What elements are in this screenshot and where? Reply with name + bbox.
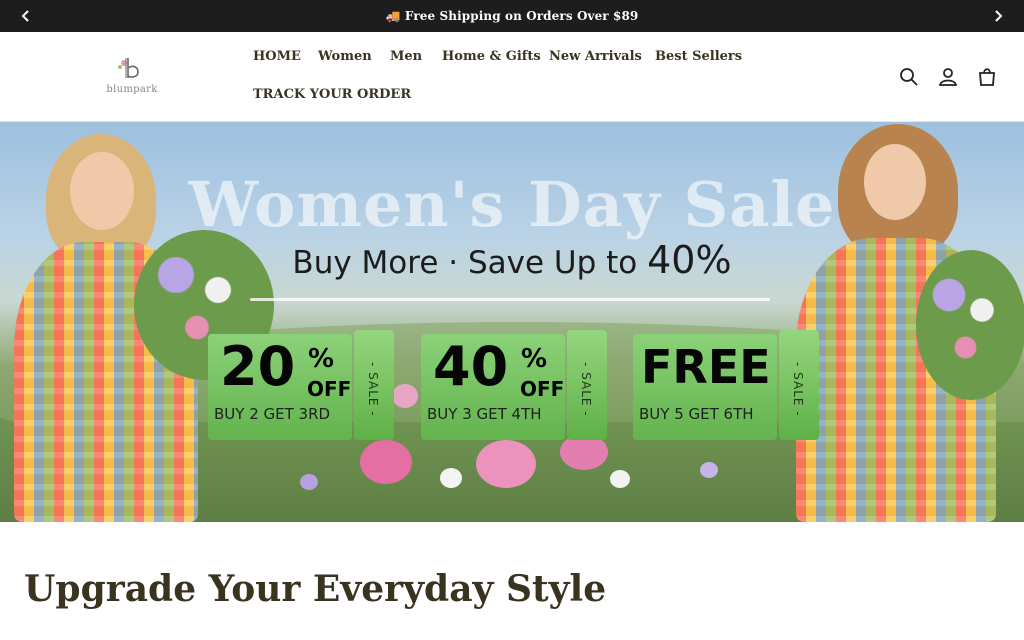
offer-amount: FREE <box>641 340 771 394</box>
offer-off: OFF <box>307 377 352 401</box>
logo-text: blumpark <box>106 84 158 95</box>
offer-sale-tag-text: - SALE - <box>579 362 593 417</box>
announcement-bar: 🚚 Free Shipping on Orders Over $89 <box>0 0 1024 32</box>
site-header: blumpark HOME Women Men Home & Gifts New… <box>0 32 1024 122</box>
offer-subtitle: BUY 3 GET 4TH <box>427 405 542 423</box>
cart-icon <box>979 68 995 86</box>
nav-track-order[interactable]: TRACK YOUR ORDER <box>253 87 411 102</box>
offer-sale-tag: - SALE - <box>779 330 819 440</box>
logo[interactable]: blumpark <box>100 54 164 102</box>
search-button[interactable] <box>898 66 920 88</box>
announcement-next-button[interactable] <box>978 0 1018 32</box>
announcement-text: 🚚 Free Shipping on Orders Over $89 <box>385 9 639 23</box>
nav-best-sellers[interactable]: Best Sellers <box>655 49 742 64</box>
offer-amount: 40 <box>433 335 509 398</box>
nav-home[interactable]: HOME <box>253 49 301 64</box>
hero-banner[interactable]: Women's Day Sale Buy More · Save Up to 4… <box>0 122 1024 522</box>
hero-sale-title: Women's Day Sale <box>188 168 836 241</box>
account-icon <box>938 68 958 86</box>
hero-headline: Buy More · Save Up to 40% <box>0 238 1024 282</box>
offer-amount: 20 <box>220 335 296 398</box>
section-title: Upgrade Your Everyday Style <box>24 568 607 610</box>
offer-sale-tag: - SALE - <box>354 330 394 440</box>
hero-headline-text: Buy More · Save Up to <box>292 245 648 281</box>
hero-divider <box>250 298 770 301</box>
chevron-right-icon <box>995 10 1003 22</box>
account-button[interactable] <box>937 66 959 88</box>
nav-home-gifts[interactable]: Home & Gifts <box>442 49 541 64</box>
nav-men[interactable]: Men <box>390 49 422 64</box>
hero-headline-percent: 40% <box>647 238 732 282</box>
offer-sale-tag: - SALE - <box>567 330 607 440</box>
logo-mark-icon <box>118 58 139 78</box>
offer-percent: % <box>308 344 335 374</box>
nav-new-arrivals[interactable]: New Arrivals <box>549 49 642 64</box>
offer-subtitle: BUY 2 GET 3RD <box>214 405 331 423</box>
offer-subtitle: BUY 5 GET 6TH <box>639 405 754 423</box>
cart-button[interactable] <box>976 66 998 88</box>
search-icon <box>900 68 918 86</box>
offer-sale-tag-text: - SALE - <box>791 362 805 417</box>
offer-sale-tag-text: - SALE - <box>366 362 380 417</box>
offer-percent: % <box>521 344 548 374</box>
offer-off: OFF <box>520 377 565 401</box>
nav-women[interactable]: Women <box>318 49 372 64</box>
